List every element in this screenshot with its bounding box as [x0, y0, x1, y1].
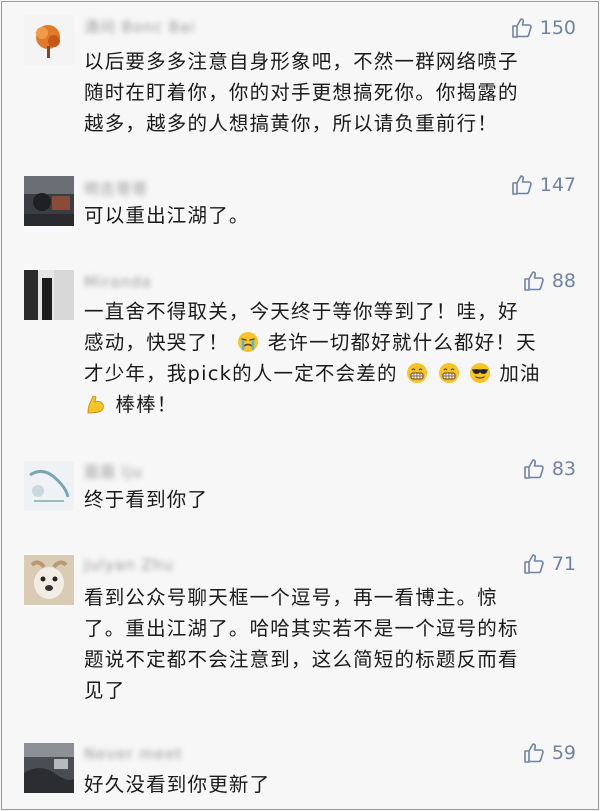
like-button[interactable]: 83	[522, 457, 576, 481]
comment-text: 可以重出江湖了。	[84, 200, 578, 231]
like-count: 150	[539, 17, 576, 39]
comment-username[interactable]: 清问 Bonc Bai	[84, 16, 195, 36]
comment-line: 题说不定都不会注意到，这么简短的标题反而看	[84, 648, 519, 671]
comment-line: 可以重出江湖了。	[84, 204, 250, 227]
comment-line: 感动，快哭了！ 老许一切都好就什么都好！天	[84, 331, 537, 354]
avatar[interactable]	[24, 743, 74, 793]
comment-line: 以后要多多注意自身形象吧，不然一群网络喷子	[84, 50, 519, 73]
avatar[interactable]	[24, 555, 74, 605]
comment-line: 才少年，我pick的人一定不会差的 加油	[84, 362, 541, 385]
like-button[interactable]: 150	[510, 16, 576, 40]
avatar[interactable]	[24, 270, 74, 320]
comment-username[interactable]: Never meet	[84, 745, 182, 763]
like-count: 71	[551, 553, 576, 575]
thumbs-up-icon	[524, 743, 544, 763]
thumbs-up-icon	[524, 459, 544, 479]
like-button[interactable]: 88	[522, 269, 576, 293]
thumbs-up-icon	[511, 18, 532, 38]
comment-username[interactable]: Julyan Zhu	[84, 556, 174, 574]
comment-line: 一直舍不得取关，今天终于等你等到了！哇，好	[84, 300, 519, 323]
comment-line: 好久没看到你更新了	[84, 773, 271, 796]
grinning-face-emoji	[406, 362, 428, 384]
comment-line: 了。重出江湖了。哈哈其实若不是一个逗号的标	[84, 617, 519, 640]
like-button[interactable]: 59	[522, 741, 576, 765]
flexed-biceps-emoji	[85, 393, 107, 415]
avatar[interactable]	[24, 15, 74, 65]
comment-line: 棒棒！	[84, 389, 578, 420]
comment-line: 见了	[84, 679, 126, 702]
comment-text: 以后要多多注意自身形象吧，不然一群网络喷子 随时在盯着你，你的对手更想搞死你。你…	[84, 46, 578, 139]
thumbs-up-icon	[524, 554, 544, 574]
like-count: 147	[539, 174, 576, 196]
comment-line: 看到公众号聊天框一个逗号，再一看博主。惊	[84, 586, 499, 609]
comment-text: 一直舍不得取关，今天终于等你等到了！哇，好 感动，快哭了！ 老许一切都好就什么都…	[84, 296, 578, 420]
comments-list: 清问 Bonc Bai 150 以后要多多注意自身形象吧，不然一群网络喷子 随时…	[1, 1, 599, 810]
thumbs-up-icon	[524, 271, 544, 291]
comment-username[interactable]: 明吉哥哥	[84, 178, 148, 198]
like-button[interactable]: 71	[522, 552, 576, 576]
avatar[interactable]	[24, 461, 74, 511]
comment-line: 终于看到你了	[84, 488, 209, 511]
grinning-face-emoji	[438, 362, 460, 384]
like-count: 88	[551, 270, 576, 292]
comment-text: 看到公众号聊天框一个逗号，再一看博主。惊 了。重出江湖了。哈哈其实若不是一个逗号…	[84, 582, 578, 706]
comment-text: 好久没看到你更新了	[84, 769, 578, 800]
thumbs-up-icon	[511, 175, 532, 195]
comment-username[interactable]: Miranda	[84, 273, 152, 291]
sunglasses-face-emoji	[469, 362, 491, 384]
comment-line: 随时在盯着你，你的对手更想搞死你。你揭露的	[84, 81, 519, 104]
comment-line: 越多，越多的人想搞黄你，所以请负重前行！	[84, 112, 499, 135]
comment-username[interactable]: 眉眉 lju	[84, 461, 143, 481]
like-button[interactable]: 147	[510, 173, 576, 197]
crying-face-emoji	[237, 331, 259, 353]
avatar[interactable]	[24, 176, 74, 226]
comment-text: 终于看到你了	[84, 484, 578, 515]
like-count: 59	[551, 742, 576, 764]
like-count: 83	[551, 458, 576, 480]
